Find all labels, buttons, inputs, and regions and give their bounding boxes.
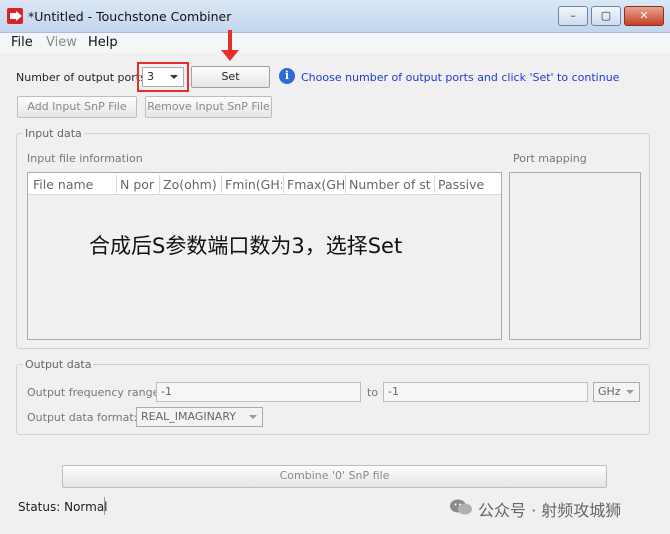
title-bar: *Untitled - Touchstone Combiner – ▢ ✕ xyxy=(0,0,670,33)
freq-range-label: Output frequency range: xyxy=(27,386,164,399)
col-divider xyxy=(116,175,117,193)
info-icon: i xyxy=(279,68,295,84)
col-passive[interactable]: Passive xyxy=(438,177,498,192)
output-data-title: Output data xyxy=(23,358,94,371)
set-button[interactable]: Set xyxy=(191,66,270,88)
menu-view[interactable]: View xyxy=(46,35,77,50)
maximize-button[interactable]: ▢ xyxy=(591,6,621,26)
col-number-of-steps[interactable]: Number of st xyxy=(349,177,432,192)
col-divider xyxy=(345,175,346,193)
add-input-snp-button[interactable]: Add Input SnP File xyxy=(17,96,137,118)
port-mapping-label: Port mapping xyxy=(513,152,587,165)
app-logo-icon xyxy=(7,8,23,24)
format-label: Output data format: xyxy=(27,411,138,424)
chevron-down-icon xyxy=(249,415,257,419)
wechat-icon xyxy=(450,499,472,515)
ports-label: Number of output ports xyxy=(16,71,146,84)
hint-text: Choose number of output ports and click … xyxy=(301,71,620,84)
to-label: to xyxy=(367,386,379,399)
combine-button[interactable]: Combine '0' SnP file xyxy=(62,465,607,488)
freq-unit-value: GHz xyxy=(598,385,621,398)
input-file-info-label: Input file information xyxy=(27,152,143,165)
close-button[interactable]: ✕ xyxy=(624,6,664,26)
window-title: *Untitled - Touchstone Combiner xyxy=(28,9,232,24)
highlight-box xyxy=(137,62,189,92)
status-divider xyxy=(104,497,105,515)
col-fmax[interactable]: Fmax(GH xyxy=(287,177,344,192)
chevron-down-icon xyxy=(626,390,634,394)
col-fmin[interactable]: Fmin(GH: xyxy=(225,177,282,192)
col-divider xyxy=(283,175,284,193)
freq-unit-select[interactable]: GHz xyxy=(593,382,640,402)
watermark-text: 公众号 · 射频攻城狮 xyxy=(478,501,622,520)
format-select[interactable]: REAL_IMAGINARY xyxy=(136,407,263,427)
format-value: REAL_IMAGINARY xyxy=(141,410,236,423)
table-header: File name N por Zo(ohm) Fmin(GH: Fmax(GH… xyxy=(28,173,501,195)
port-mapping-panel[interactable] xyxy=(509,172,641,340)
col-zo[interactable]: Zo(ohm) xyxy=(163,177,219,192)
col-divider xyxy=(221,175,222,193)
annotation-caption: 合成后S参数端口数为3，选择Set xyxy=(89,234,403,258)
col-file-name[interactable]: File name xyxy=(33,177,117,192)
col-divider xyxy=(434,175,435,193)
arrow-down-icon xyxy=(221,50,239,61)
input-data-title: Input data xyxy=(23,127,84,140)
menu-help[interactable]: Help xyxy=(88,35,118,50)
col-n-ports[interactable]: N por xyxy=(120,177,158,192)
annotation-arrow-shaft xyxy=(228,30,232,52)
remove-input-snp-button[interactable]: Remove Input SnP File xyxy=(145,96,272,118)
col-divider xyxy=(159,175,160,193)
menu-file[interactable]: File xyxy=(11,35,33,50)
status-text: Status: Normal xyxy=(18,500,108,514)
freq-min-input[interactable]: -1 xyxy=(156,382,361,402)
freq-max-input[interactable]: -1 xyxy=(383,382,588,402)
minimize-button[interactable]: – xyxy=(558,6,588,26)
menu-bar: File View Help xyxy=(0,33,670,53)
